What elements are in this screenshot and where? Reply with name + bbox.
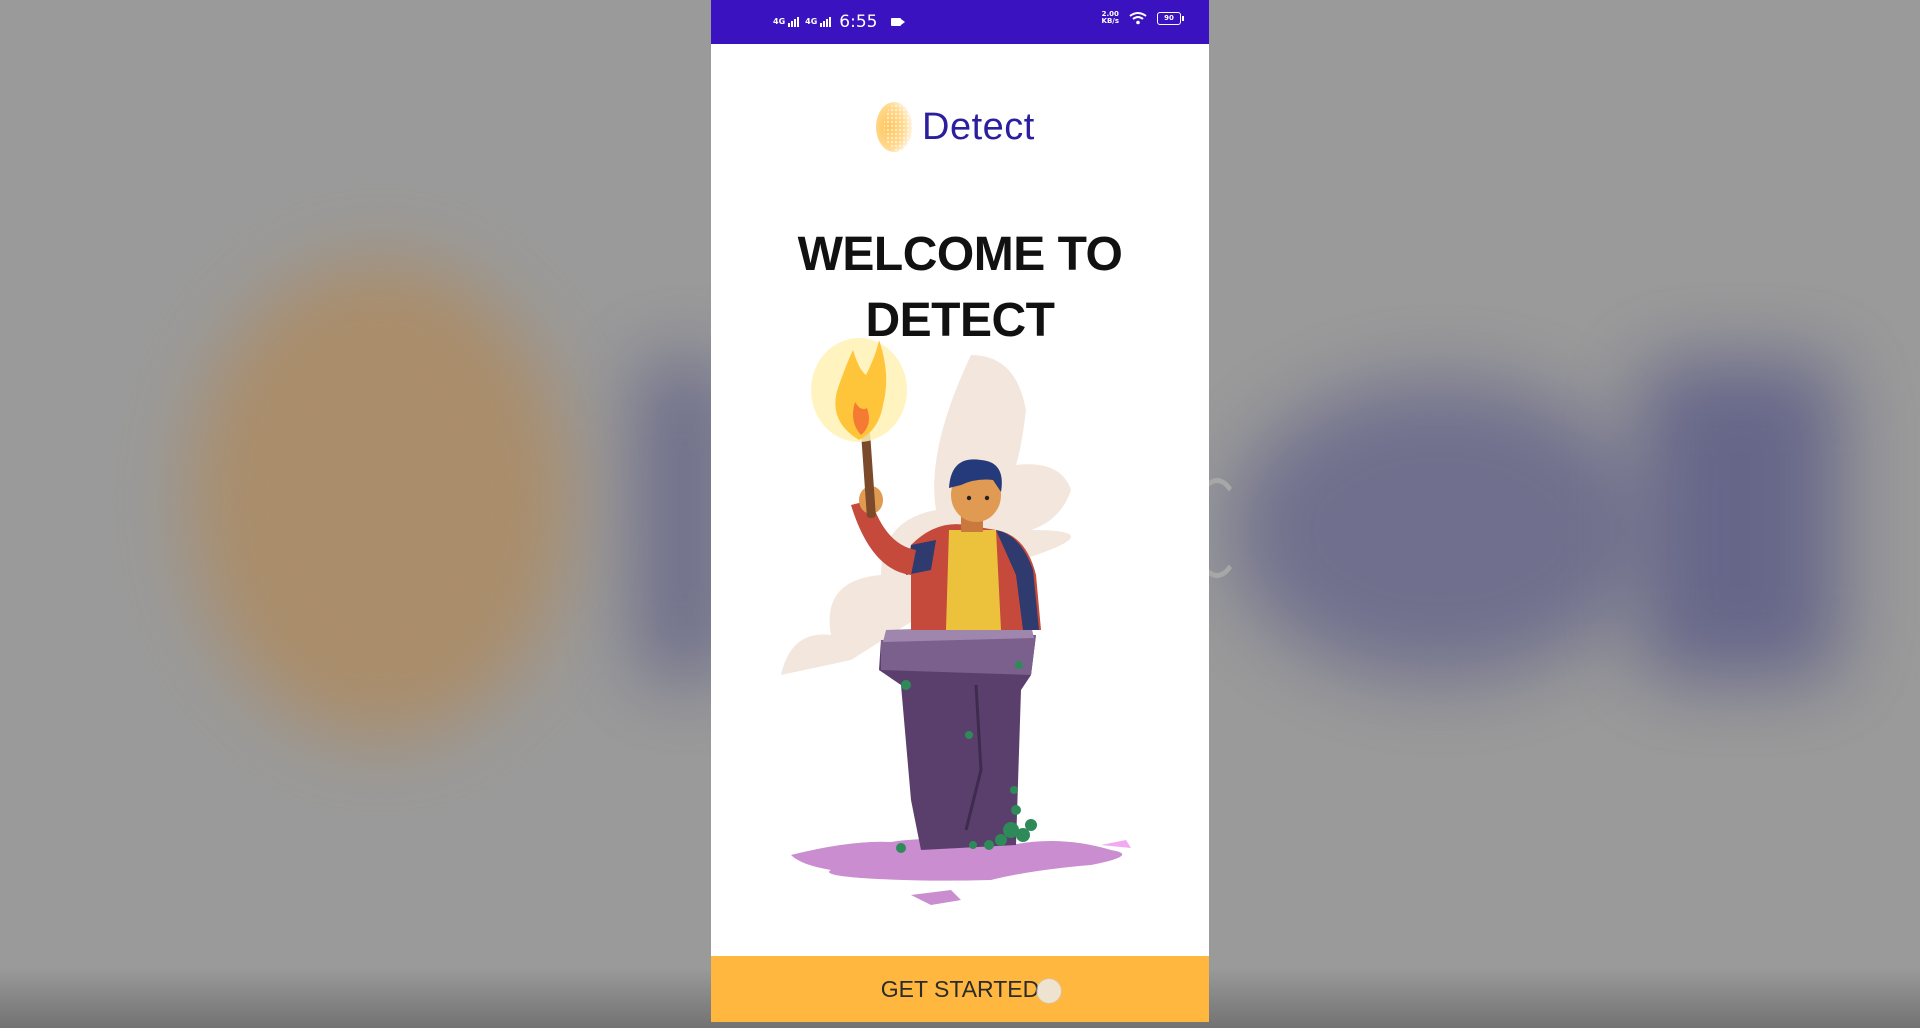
phone-screen: 4G 4G 6:55 2.00 KB/s 90 Detect WELCOME T… [711, 0, 1209, 1022]
logo-mark-icon [876, 102, 912, 152]
status-right: 2.00 KB/s 90 [1102, 11, 1184, 25]
yellow-shirt [946, 530, 1001, 630]
wifi-icon [1129, 12, 1147, 25]
status-left: 4G 4G 6:55 [773, 12, 906, 32]
explorer-with-torch-illustration [781, 338, 1131, 905]
ground-fragment-shape [1101, 840, 1131, 848]
network-type-label: 4G [773, 17, 786, 26]
video-camera-icon [891, 18, 906, 26]
blurred-text-background [1640, 360, 1840, 680]
ground-fragment-shape [911, 890, 961, 905]
cell-signal-icon: 4G [805, 17, 832, 27]
status-bar: 4G 4G 6:55 2.00 KB/s 90 [711, 0, 1209, 44]
cell-signal-icon: 4G [773, 17, 800, 27]
network-speed: 2.00 KB/s [1102, 11, 1119, 25]
eye [966, 495, 972, 501]
blurred-text-background [1230, 380, 1650, 680]
eye [984, 495, 990, 501]
app-logo: Detect [874, 100, 1035, 154]
battery-icon: 90 [1157, 11, 1184, 25]
screen-recording-frame: 4G 4G 6:55 2.00 KB/s 90 Detect WELCOME T… [0, 0, 1920, 1028]
status-time: 6:55 [839, 12, 878, 32]
blurred-logo-mark-background [190, 260, 570, 740]
touch-indicator [1037, 979, 1061, 1003]
network-speed-unit: KB/s [1101, 17, 1119, 25]
logo-text: Detect [922, 105, 1035, 148]
get-started-button[interactable]: GET STARTED [711, 956, 1209, 1022]
network-type-label: 4G [805, 17, 818, 26]
